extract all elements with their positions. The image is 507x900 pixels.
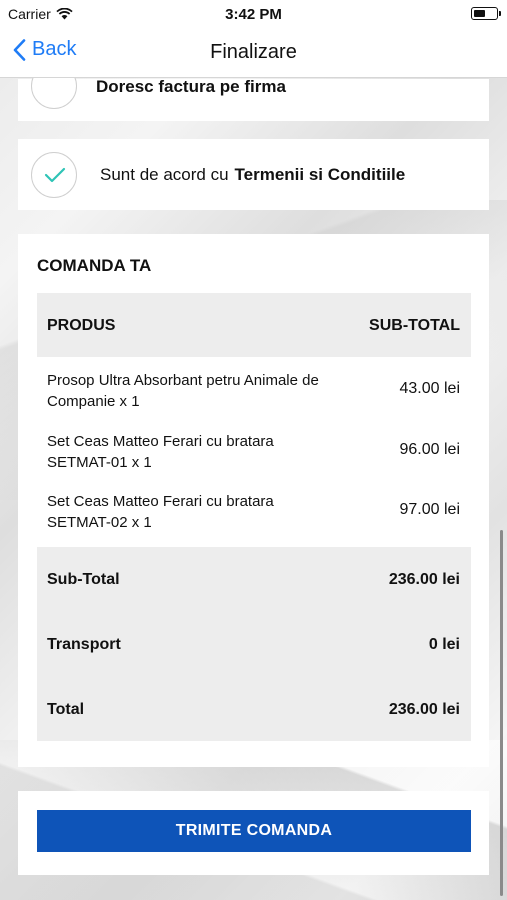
total-label: Total bbox=[47, 701, 85, 718]
terms-text: Sunt de acord cu Termenii si Conditiile bbox=[100, 165, 405, 185]
checkmark-icon bbox=[44, 167, 66, 183]
scrollbar[interactable] bbox=[500, 530, 503, 896]
subtotal-value: 236.00 lei bbox=[388, 571, 460, 588]
order-table-header: PRODUS SUB-TOTAL bbox=[37, 293, 471, 357]
page-title: Finalizare bbox=[210, 41, 297, 63]
product-name: Prosop Ultra Absorbant petru Animale de … bbox=[47, 372, 319, 410]
battery-icon bbox=[471, 7, 501, 20]
status-bar: Carrier 3:42 PM bbox=[0, 0, 507, 28]
terms-prefix: Sunt de acord cu bbox=[100, 165, 229, 184]
total-value: 236.00 lei bbox=[388, 701, 460, 718]
column-header-subtotal: SUB-TOTAL bbox=[369, 317, 460, 334]
table-row: Prosop Ultra Absorbant petru Animale de … bbox=[37, 359, 471, 419]
terms-link[interactable]: Termenii si Conditiile bbox=[235, 165, 406, 184]
product-name: Set Ceas Matteo Ferari cu bratara SETMAT… bbox=[47, 433, 274, 471]
subtotal-label: Sub-Total bbox=[47, 571, 120, 588]
transport-value: 0 lei bbox=[428, 636, 460, 653]
table-row: Set Ceas Matteo Ferari cu bratara SETMAT… bbox=[37, 480, 471, 540]
transport-label: Transport bbox=[47, 636, 121, 653]
column-header-product: PRODUS bbox=[47, 317, 116, 334]
order-totals: Sub-Total 236.00 lei Transport 0 lei Tot… bbox=[37, 547, 471, 741]
company-invoice-label: Doresc factura pe firma bbox=[96, 77, 286, 96]
product-name: Set Ceas Matteo Ferari cu bratara SETMAT… bbox=[47, 493, 274, 531]
order-section-title: COMANDA TA bbox=[37, 256, 152, 275]
navigation-bar: Back Finalizare bbox=[0, 28, 507, 78]
terms-checkbox[interactable] bbox=[31, 152, 77, 198]
product-price: 97.00 lei bbox=[399, 501, 461, 518]
table-row: Set Ceas Matteo Ferari cu bratara SETMAT… bbox=[37, 420, 471, 480]
product-price: 43.00 lei bbox=[399, 380, 461, 397]
product-price: 96.00 lei bbox=[399, 441, 461, 458]
clock: 3:42 PM bbox=[225, 6, 282, 23]
submit-order-button[interactable]: TRIMITE COMANDA bbox=[37, 810, 471, 852]
